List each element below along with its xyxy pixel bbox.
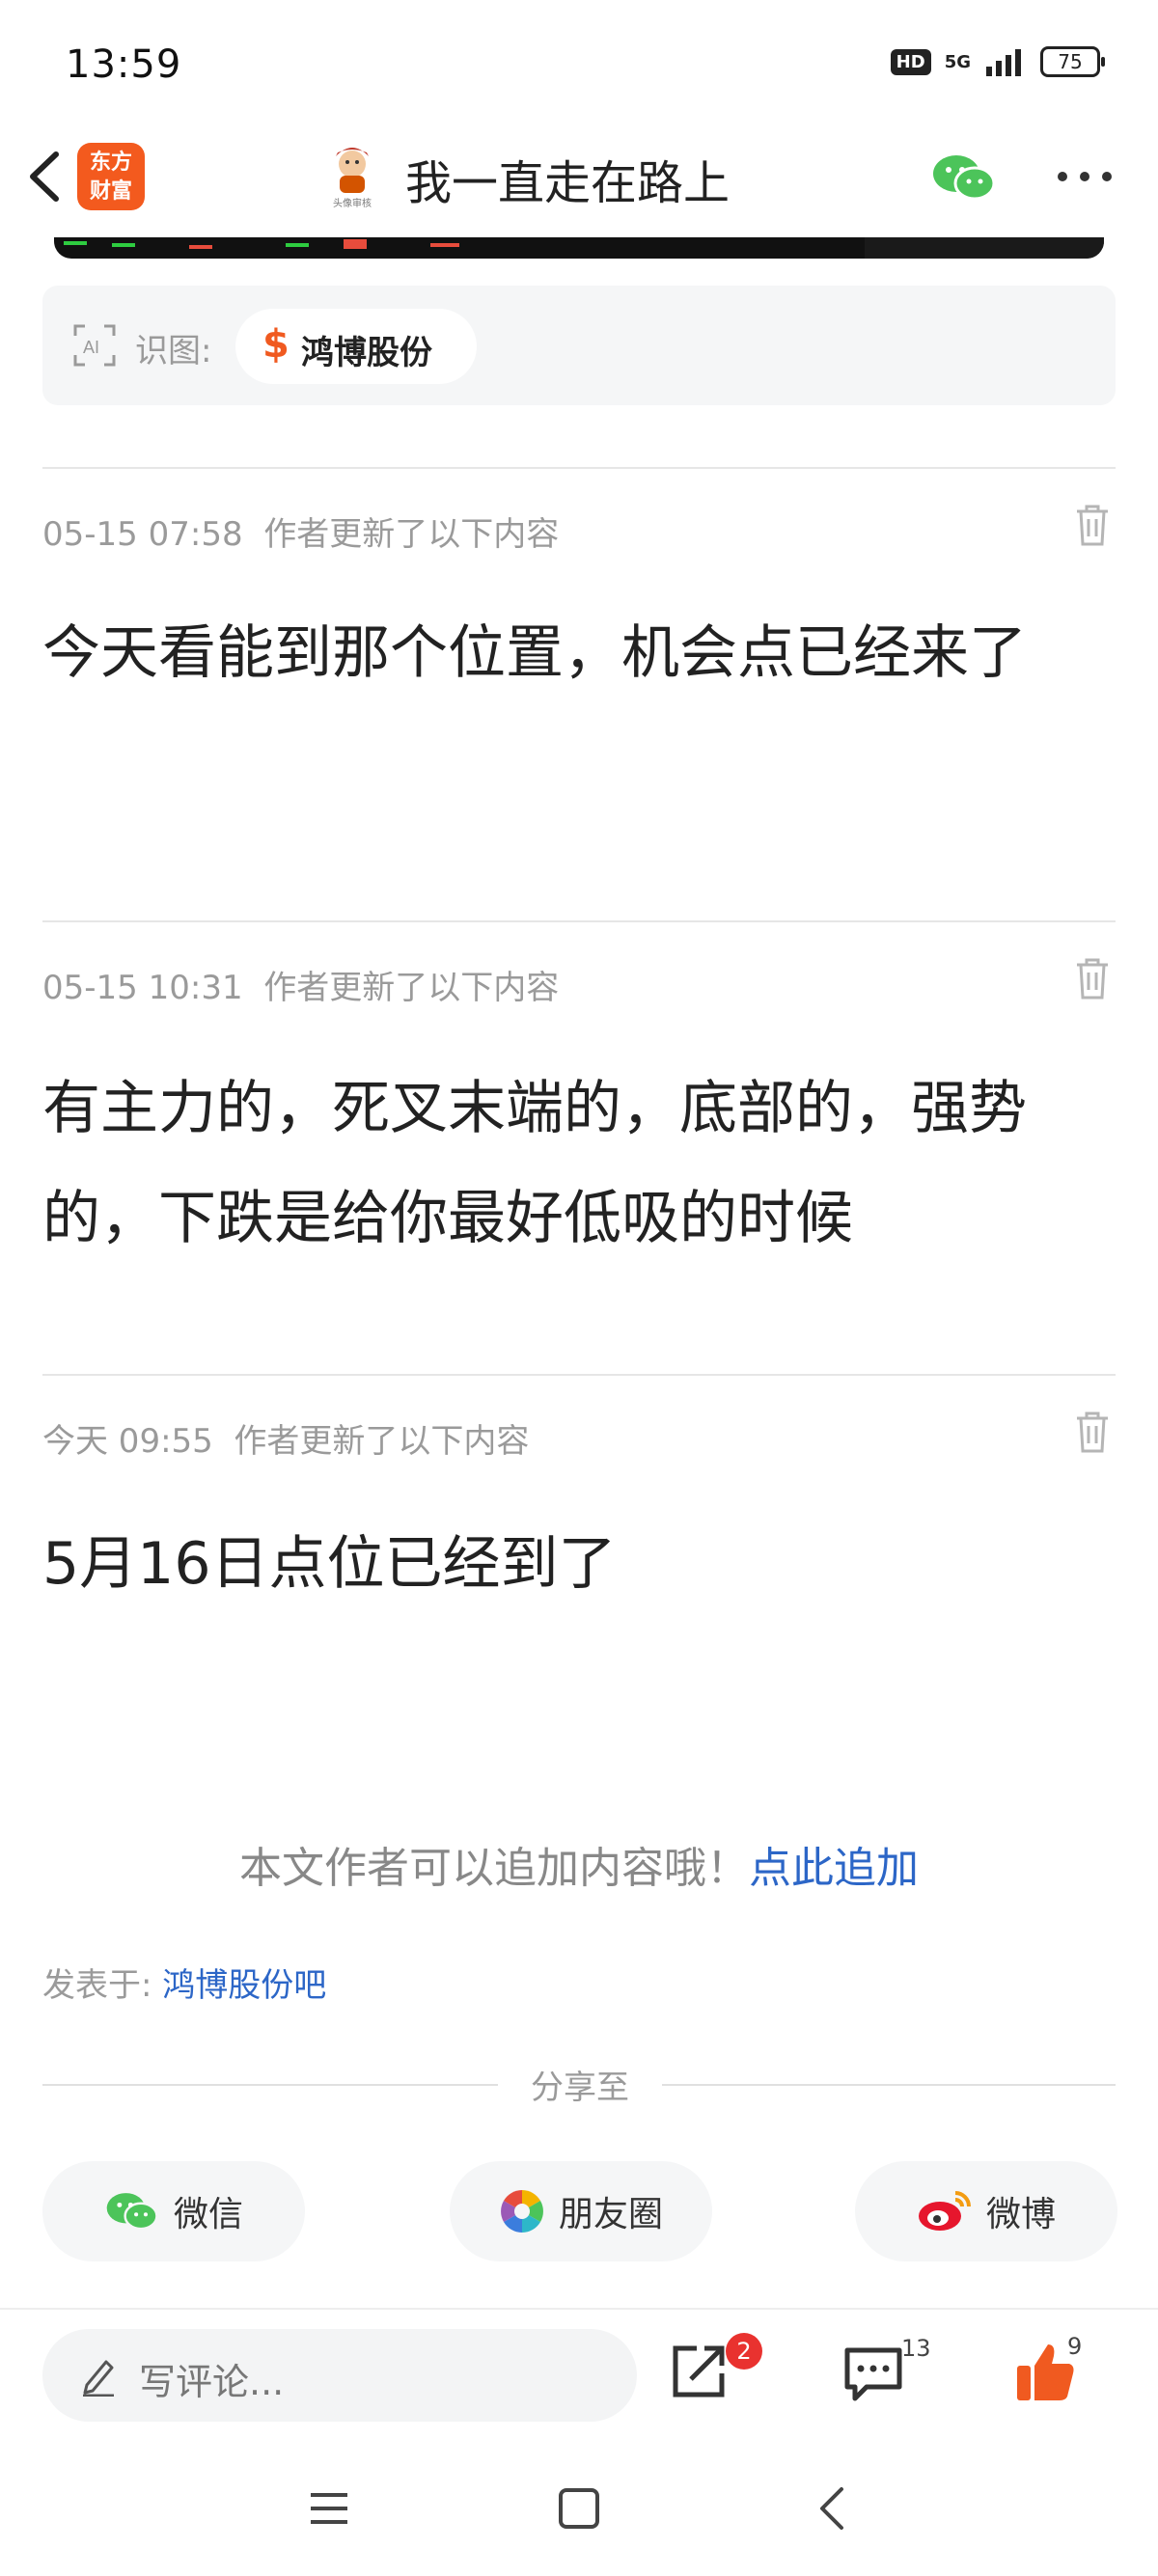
share-wechat-button[interactable]: 微信: [42, 2161, 305, 2261]
comment-icon[interactable]: [843, 2346, 903, 2402]
share-weibo-button[interactable]: 微博: [855, 2161, 1117, 2261]
share-wechat-label: 微信: [173, 2195, 243, 2234]
append-prompt: 本文作者可以追加内容哦！点此追加: [0, 1833, 1158, 1895]
back-button[interactable]: [21, 143, 69, 210]
divider: [42, 467, 1116, 469]
trash-icon[interactable]: [1073, 504, 1112, 546]
update-text: 有主力的，死叉末端的，底部的，强势的，下跌是给你最好低吸的时候: [42, 1075, 1027, 1252]
ai-scan-icon: AI: [73, 324, 116, 367]
update-meta: 05-15 07:58 作者更新了以下内容: [42, 507, 559, 555]
stock-chip-label[interactable]: 鸿博股份: [301, 326, 432, 373]
posted-in: 发表于: 鸿博股份吧: [42, 1959, 326, 2006]
posted-in-label: 发表于:: [42, 1966, 152, 2005]
battery-icon: 75: [1040, 46, 1105, 77]
update-note: 作者更新了以下内容: [263, 969, 560, 1007]
wechat-icon: [106, 2193, 158, 2231]
ai-recognition-label: 识图:: [135, 332, 212, 370]
more-icon[interactable]: [1056, 170, 1114, 183]
chart-strip-marks: [64, 237, 1104, 259]
author-avatar[interactable]: 头像审核: [322, 141, 382, 209]
update-meta: 今天 09:55 作者更新了以下内容: [42, 1414, 529, 1462]
brand-logo[interactable]: 东方 财富: [77, 143, 145, 210]
update-time: 05-15 07:58: [42, 515, 243, 554]
update-note: 作者更新了以下内容: [263, 515, 560, 554]
chart-image-bottom: [54, 237, 1104, 259]
forward-icon[interactable]: [668, 2341, 730, 2402]
brand-logo-line2: 财富: [89, 179, 132, 204]
status-icons: HD 5G 75: [890, 46, 1105, 77]
hd-badge: HD: [890, 48, 931, 75]
wechat-share-icon[interactable]: [930, 151, 998, 205]
moments-icon: [501, 2190, 543, 2233]
trash-icon[interactable]: [1073, 1411, 1112, 1453]
update-note: 作者更新了以下内容: [234, 1422, 530, 1461]
update-text: 今天看能到那个位置，机会点已经来了: [42, 619, 1027, 687]
page-title[interactable]: 我一直走在路上: [405, 145, 730, 212]
divider: [42, 2084, 498, 2086]
forum-link[interactable]: 鸿博股份吧: [162, 1966, 326, 2005]
append-link[interactable]: 点此追加: [749, 1844, 919, 1893]
append-prompt-text: 本文作者可以追加内容哦！: [239, 1844, 749, 1893]
svg-text:AI: AI: [83, 338, 99, 357]
share-title: 分享至: [531, 2069, 629, 2107]
menu-icon[interactable]: [309, 2491, 349, 2526]
forward-count-badge: 2: [726, 2333, 762, 2370]
thumbs-up-icon[interactable]: [1015, 2341, 1075, 2402]
network-type: 5G: [944, 51, 971, 72]
comment-placeholder[interactable]: 写评论...: [139, 2352, 284, 2405]
trash-icon[interactable]: [1073, 957, 1112, 1000]
update-time: 05-15 10:31: [42, 969, 243, 1007]
status-time: 13:59: [66, 42, 182, 87]
share-moments-label: 朋友圈: [558, 2195, 663, 2234]
divider: [0, 2308, 1158, 2310]
avatar-caption: 头像审核: [333, 199, 372, 209]
update-text: 5月16日点位已经到了: [42, 1530, 617, 1598]
comment-input[interactable]: [42, 2329, 637, 2422]
share-moments-button[interactable]: 朋友圈: [450, 2161, 712, 2261]
signal-icon: [986, 49, 1021, 76]
share-weibo-label: 微博: [985, 2195, 1056, 2234]
brand-logo-line1: 东方: [89, 151, 132, 175]
dollar-icon: $: [262, 322, 290, 367]
home-icon[interactable]: [558, 2487, 600, 2530]
divider: [662, 2084, 1116, 2086]
divider: [42, 1374, 1116, 1376]
pencil-icon: [83, 2360, 114, 2397]
divider: [42, 920, 1116, 922]
like-count: 9: [1067, 2333, 1083, 2360]
comment-count: 13: [901, 2335, 931, 2362]
update-time: 今天 09:55: [42, 1422, 213, 1461]
update-meta: 05-15 10:31 作者更新了以下内容: [42, 961, 559, 1008]
weibo-icon: [918, 2191, 971, 2231]
nav-back-icon[interactable]: [816, 2485, 845, 2532]
